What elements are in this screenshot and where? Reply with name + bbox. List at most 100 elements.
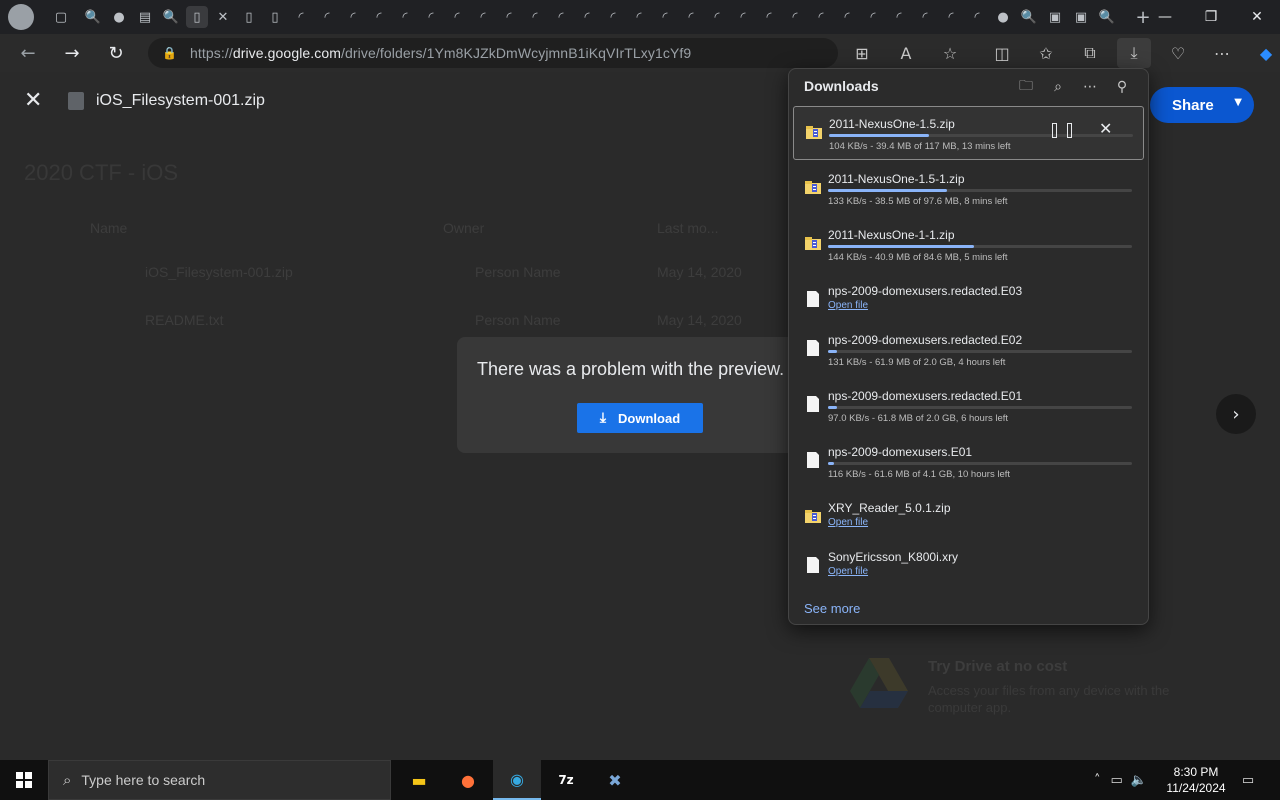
read-aloud-icon[interactable]: A	[884, 34, 928, 72]
tab-loading-icon[interactable]: ◜	[316, 6, 338, 28]
tab-active-drive[interactable]: ▯	[186, 6, 208, 28]
download-item[interactable]: nps-2009-domexusers.redacted.E03 Open fil…	[793, 274, 1144, 328]
cancel-download-icon[interactable]: ✕	[1099, 119, 1112, 138]
tab-loading-icon[interactable]: ◜	[862, 6, 884, 28]
tab-loading-icon[interactable]: ◜	[732, 6, 754, 28]
back-icon[interactable]: ←	[10, 38, 46, 68]
tab-loading-icon[interactable]: ◜	[550, 6, 572, 28]
tab-loading-icon[interactable]: ◜	[940, 6, 962, 28]
volume-icon[interactable]: 🔈	[1131, 773, 1147, 788]
tab-loading-icon[interactable]: ◜	[420, 6, 442, 28]
share-dropdown-icon[interactable]: ▼	[1234, 97, 1242, 108]
tab-loading-icon[interactable]: ◜	[654, 6, 676, 28]
tab-loading-icon[interactable]: ◜	[966, 6, 988, 28]
minimize-icon[interactable]: —	[1142, 0, 1188, 34]
7zip-icon[interactable]: 7z	[542, 760, 590, 800]
favorites-icon[interactable]: ✩	[1024, 34, 1068, 72]
window-close-icon[interactable]: ✕	[1234, 0, 1280, 34]
tab-close-icon[interactable]: ✕	[212, 6, 234, 28]
download-item[interactable]: 2011-NexusOne-1.5.zip 104 KB/s - 39.4 MB …	[793, 106, 1144, 160]
tab-loading-icon[interactable]: ◜	[472, 6, 494, 28]
performance-icon[interactable]: ♡	[1156, 34, 1200, 72]
tab-favicon-reddit[interactable]: ●	[108, 6, 130, 28]
copilot-icon[interactable]: ◆	[1244, 34, 1280, 72]
firefox-icon[interactable]: ●	[444, 760, 492, 800]
download-item[interactable]: 2011-NexusOne-1-1.zip 144 KB/s - 40.9 MB …	[793, 218, 1144, 272]
network-icon[interactable]: ▭	[1111, 773, 1123, 788]
profile-avatar[interactable]	[8, 4, 34, 30]
see-more-link[interactable]: See more	[804, 601, 860, 616]
next-file-button[interactable]: ›	[1216, 394, 1256, 434]
tab-favicon-image-2[interactable]: ▣	[1070, 6, 1092, 28]
more-options-icon[interactable]: ⋯	[1079, 76, 1101, 98]
close-preview-icon[interactable]: ✕	[24, 88, 48, 113]
tab-favicon-search-4[interactable]: 🔍	[1096, 6, 1118, 28]
tab-loading-icon[interactable]: ◜	[706, 6, 728, 28]
open-file-link[interactable]: Open file	[828, 300, 868, 311]
tab-loading-icon[interactable]: ◜	[758, 6, 780, 28]
edge-icon[interactable]: ◉	[493, 760, 541, 800]
share-button[interactable]: Share ▼	[1150, 87, 1254, 123]
download-item[interactable]: nps-2009-domexusers.redacted.E02 131 KB/s…	[793, 323, 1144, 377]
tab-favicon-doc-2[interactable]: ▯	[264, 6, 286, 28]
tab-loading-icon[interactable]: ◜	[290, 6, 312, 28]
tab-favicon-search[interactable]: 🔍	[82, 6, 104, 28]
collections-icon[interactable]: ⧉	[1068, 34, 1112, 72]
tab-loading-icon[interactable]: ◜	[628, 6, 650, 28]
preview-error-card: There was a problem with the preview. ⤓ …	[457, 337, 797, 453]
open-file-link[interactable]: Open file	[828, 517, 868, 528]
notifications-icon[interactable]: ▭	[1236, 760, 1260, 800]
tray-overflow-icon[interactable]: ˄	[1094, 773, 1101, 788]
tab-loading-icon[interactable]: ◜	[836, 6, 858, 28]
start-button[interactable]	[0, 760, 48, 800]
download-item[interactable]: 2011-NexusOne-1.5-1.zip 133 KB/s - 38.5 M…	[793, 162, 1144, 216]
tab-favicon-search-2[interactable]: 🔍	[160, 6, 182, 28]
downloads-icon[interactable]: ⤓	[1117, 38, 1151, 68]
forward-icon[interactable]: →	[54, 38, 90, 68]
restore-icon[interactable]: ❐	[1188, 0, 1234, 34]
search-downloads-icon[interactable]: ⌕	[1047, 76, 1069, 98]
download-item[interactable]: XRY_Reader_5.0.1.zip Open file	[793, 491, 1144, 545]
tab-favicon-github[interactable]: ●	[992, 6, 1014, 28]
tab-loading-icon[interactable]: ◜	[602, 6, 624, 28]
address-bar[interactable]: 🔒 https://drive.google.com/drive/folders…	[148, 38, 838, 68]
taskbar-search[interactable]: ⌕ Type here to search	[48, 760, 391, 800]
download-item[interactable]: nps-2009-domexusers.redacted.E01 97.0 KB/…	[793, 379, 1144, 433]
download-item[interactable]: SonyEricsson_K800i.xry Open file	[793, 540, 1144, 594]
open-folder-icon[interactable]: 🗀	[1015, 76, 1037, 98]
file-explorer-icon[interactable]: ▬	[395, 760, 443, 800]
tab-loading-icon[interactable]: ◜	[394, 6, 416, 28]
tab-loading-icon[interactable]: ◜	[888, 6, 910, 28]
tab-favicon-search-3[interactable]: 🔍	[1018, 6, 1040, 28]
pin-icon[interactable]: ⚲	[1111, 76, 1133, 98]
tab-favicon-file[interactable]: ▤	[134, 6, 156, 28]
app-icon-x[interactable]: ✖	[591, 760, 639, 800]
tab-favicon-image[interactable]: ▣	[1044, 6, 1066, 28]
tab-actions-icon[interactable]: ▢	[50, 6, 72, 28]
tab-loading-icon[interactable]: ◜	[914, 6, 936, 28]
tab-loading-icon[interactable]: ◜	[810, 6, 832, 28]
taskbar-clock[interactable]: 8:30 PM 11/24/2024	[1160, 764, 1232, 796]
tab-loading-icon[interactable]: ◜	[446, 6, 468, 28]
tab-loading-icon[interactable]: ◜	[368, 6, 390, 28]
lock-icon[interactable]: 🔒	[162, 46, 177, 60]
reload-icon[interactable]: ↻	[98, 38, 134, 68]
search-icon: ⌕	[63, 771, 72, 789]
download-filename: SonyEricsson_K800i.xry	[828, 550, 959, 564]
download-item[interactable]: nps-2009-domexusers.E01 116 KB/s - 61.6 M…	[793, 435, 1144, 489]
download-button[interactable]: ⤓ Download	[577, 403, 703, 433]
url-text[interactable]: https://drive.google.com/drive/folders/1…	[190, 45, 691, 61]
tab-loading-icon[interactable]: ◜	[680, 6, 702, 28]
open-file-link[interactable]: Open file	[828, 566, 868, 577]
more-menu-icon[interactable]: ⋯	[1200, 34, 1244, 72]
tab-loading-icon[interactable]: ◜	[498, 6, 520, 28]
favorite-star-icon[interactable]: ☆	[928, 34, 972, 72]
pause-icon[interactable]	[1052, 121, 1072, 141]
tab-loading-icon[interactable]: ◜	[576, 6, 598, 28]
split-screen-icon[interactable]: ◫	[980, 34, 1024, 72]
tab-loading-icon[interactable]: ◜	[524, 6, 546, 28]
tab-loading-icon[interactable]: ◜	[784, 6, 806, 28]
apps-icon[interactable]: ⊞	[840, 34, 884, 72]
tab-favicon-doc[interactable]: ▯	[238, 6, 260, 28]
tab-loading-icon[interactable]: ◜	[342, 6, 364, 28]
